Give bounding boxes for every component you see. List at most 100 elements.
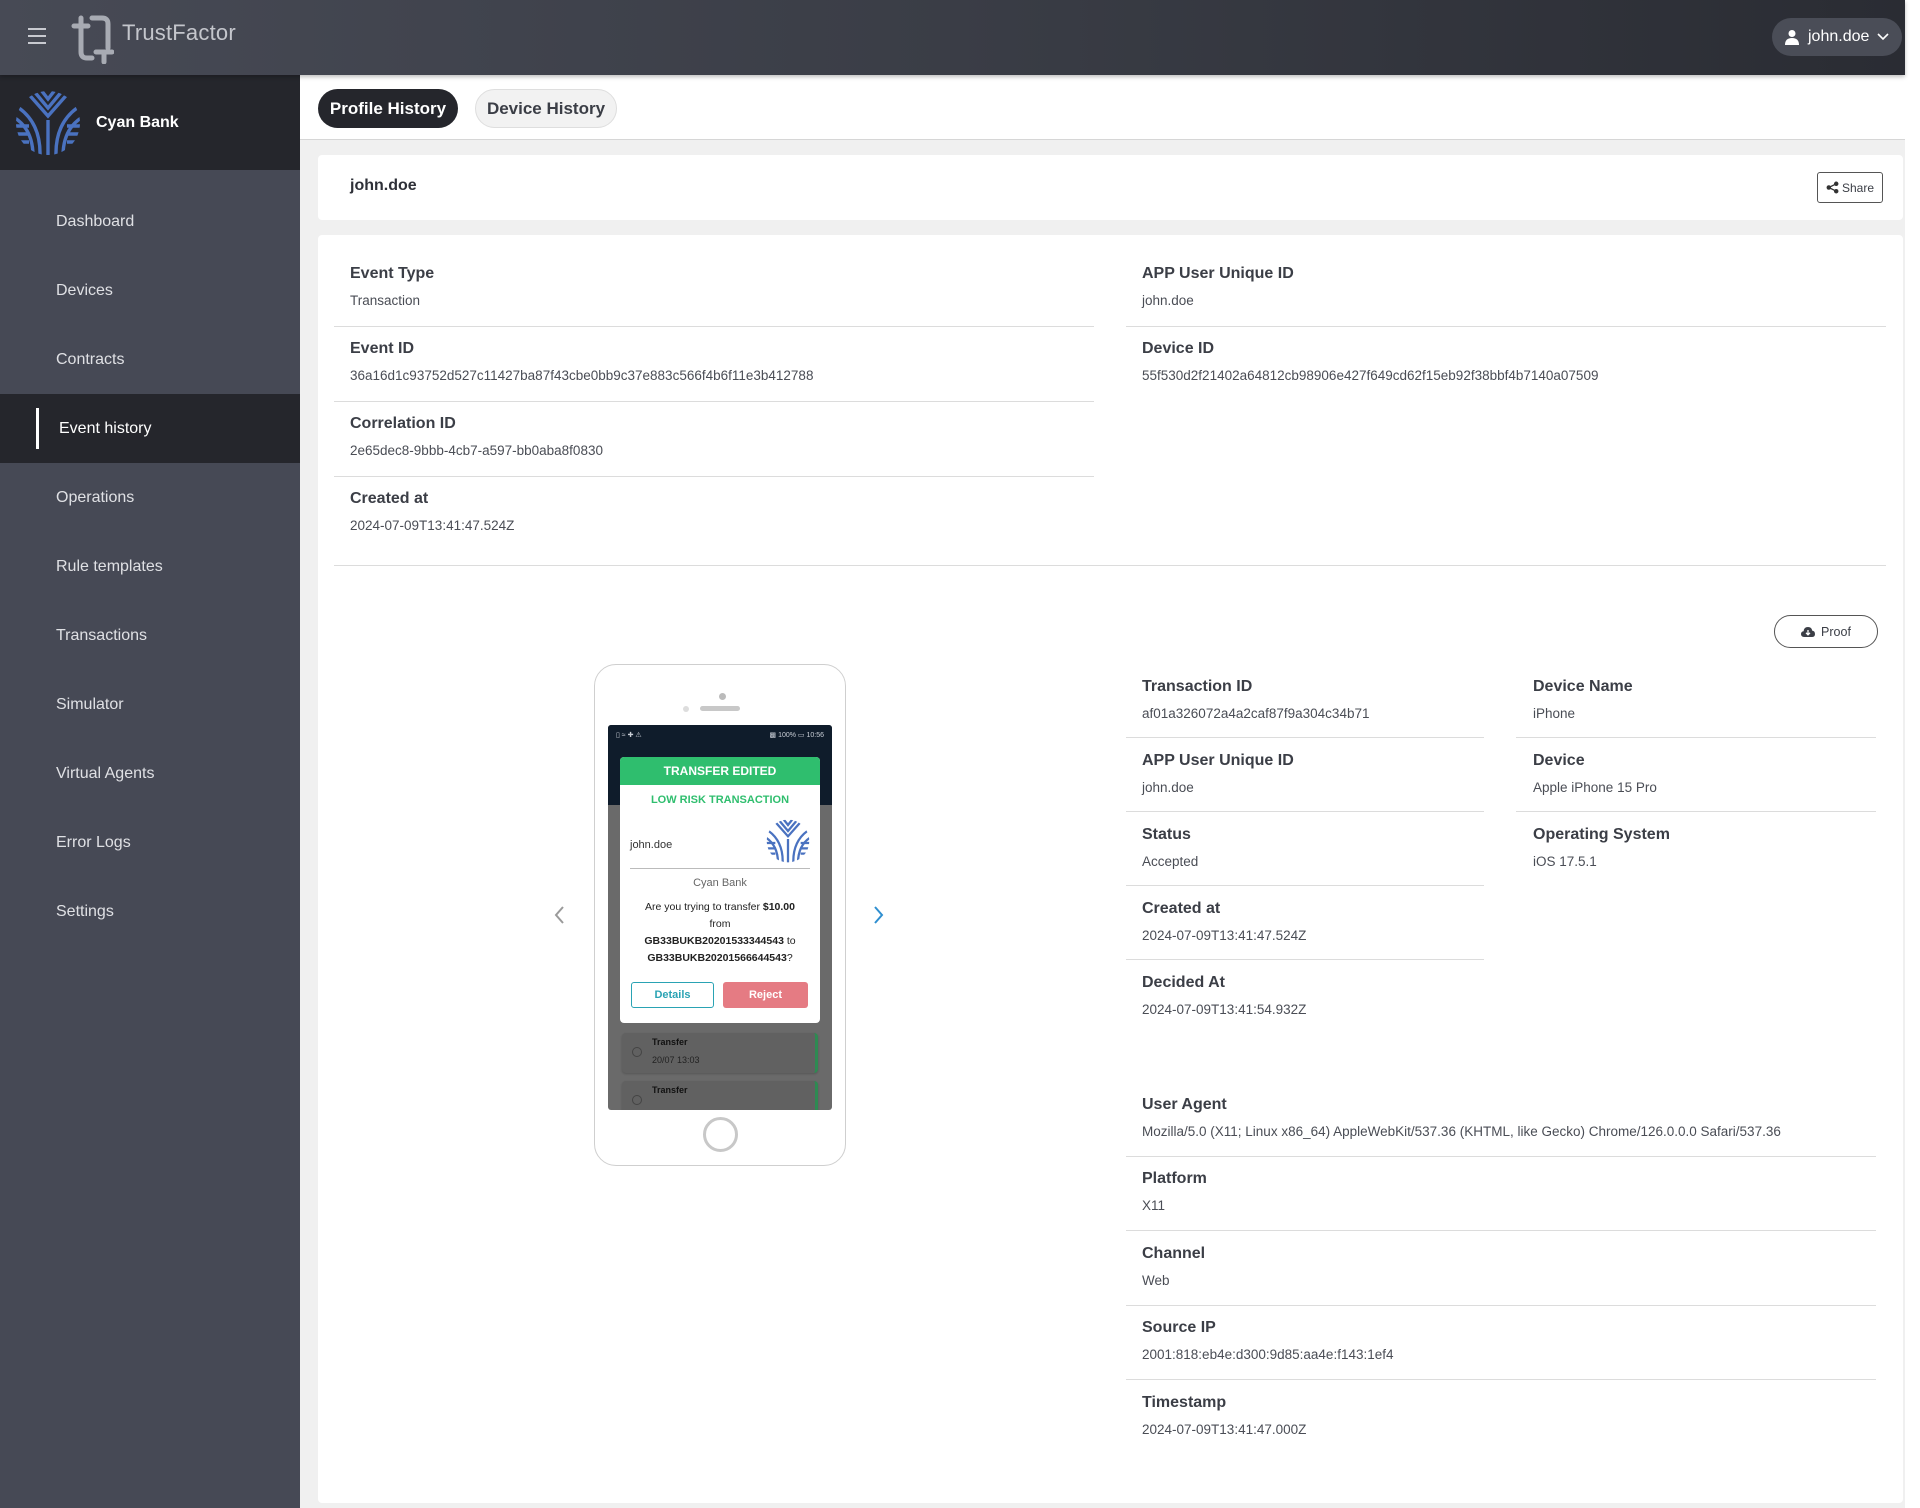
field-value: john.doe bbox=[1142, 780, 1194, 795]
divider bbox=[334, 476, 1094, 477]
msg-from-account: GB33BUKB20201533344543 bbox=[644, 935, 784, 947]
divider bbox=[1126, 1379, 1876, 1380]
section-divider bbox=[334, 565, 1886, 566]
field-label: Decided At bbox=[1142, 974, 1225, 991]
field-device-name: Device Name iPhone bbox=[1533, 678, 1633, 721]
phone-list-item: Transfer 20/07 13:03 bbox=[622, 1033, 818, 1073]
field-device: Device Apple iPhone 15 Pro bbox=[1533, 752, 1657, 795]
sidebar-item-label: Operations bbox=[56, 488, 135, 506]
field-value: Accepted bbox=[1142, 854, 1199, 869]
list-item-title: Transfer bbox=[652, 1037, 688, 1047]
sidebar-item-label: Error Logs bbox=[56, 833, 131, 851]
tabs-bar: Profile History Device History bbox=[300, 75, 1905, 140]
carousel-prev-arrow-icon[interactable] bbox=[550, 904, 570, 926]
field-event-id: Event ID 36a16d1c93752d527c11427ba87f43c… bbox=[350, 340, 813, 383]
proof-label: Proof bbox=[1821, 624, 1851, 639]
tab-device-history[interactable]: Device History bbox=[475, 89, 617, 128]
proof-download-button[interactable]: Proof bbox=[1774, 615, 1878, 648]
brand-name: Cyan Bank bbox=[96, 113, 179, 131]
brand-header: Cyan Bank bbox=[0, 75, 300, 170]
reject-button[interactable]: Reject bbox=[723, 982, 808, 1008]
content-area: john.doe Share Event Type Transaction Ev… bbox=[300, 140, 1905, 1508]
clock-icon bbox=[632, 1095, 642, 1105]
field-channel: Channel Web bbox=[1142, 1245, 1205, 1288]
field-label: APP User Unique ID bbox=[1142, 265, 1294, 282]
top-bar: TrustFactor john.doe bbox=[0, 0, 1905, 75]
sidebar-item-contracts[interactable]: Contracts bbox=[0, 325, 300, 394]
field-label: Created at bbox=[350, 490, 429, 507]
field-decided-at: Decided At 2024-07-09T13:41:54.932Z bbox=[1142, 974, 1306, 1017]
field-value: X11 bbox=[1142, 1198, 1166, 1213]
user-card: john.doe Share bbox=[318, 155, 1903, 220]
share-icon bbox=[1826, 181, 1839, 194]
sidebar-item-event-history[interactable]: Event history bbox=[0, 394, 300, 463]
modal-bank-name: Cyan Bank bbox=[693, 877, 747, 889]
status-icons-left: ▯ ≈ ✚ ⚠ bbox=[616, 732, 642, 739]
sidebar-item-simulator[interactable]: Simulator bbox=[0, 670, 300, 739]
field-operating-system: Operating System iOS 17.5.1 bbox=[1533, 826, 1670, 869]
divider bbox=[1126, 1230, 1876, 1231]
user-menu-button[interactable]: john.doe bbox=[1772, 18, 1902, 56]
user-icon bbox=[1785, 30, 1799, 45]
event-details-card: Event Type Transaction Event ID 36a16d1c… bbox=[318, 235, 1903, 1503]
transaction-confirmation-modal: TRANSFER EDITED LOW RISK TRANSACTION joh… bbox=[620, 757, 820, 1023]
sidebar-item-label: Transactions bbox=[56, 626, 147, 644]
field-value: 2e65dec8-9bbb-4cb7-a597-bb0aba8f0830 bbox=[350, 443, 603, 458]
phone-camera bbox=[683, 706, 689, 712]
sidebar-item-error-logs[interactable]: Error Logs bbox=[0, 808, 300, 877]
divider bbox=[1126, 959, 1484, 960]
field-label: Channel bbox=[1142, 1245, 1206, 1262]
field-status: Status Accepted bbox=[1142, 826, 1198, 869]
field-value: 2001:818:eb4e:d300:9d85:aa4e:f143:1ef4 bbox=[1142, 1347, 1394, 1362]
clock-icon bbox=[632, 1047, 642, 1057]
carousel-next-arrow-icon[interactable] bbox=[868, 904, 888, 926]
tab-profile-history[interactable]: Profile History bbox=[318, 89, 458, 128]
sidebar-item-dashboard[interactable]: Dashboard bbox=[0, 187, 300, 256]
field-value: Apple iPhone 15 Pro bbox=[1533, 780, 1657, 795]
field-value: iOS 17.5.1 bbox=[1533, 854, 1597, 869]
field-event-type: Event Type Transaction bbox=[350, 265, 434, 308]
cyan-bank-logo-icon bbox=[766, 819, 810, 863]
divider bbox=[1126, 737, 1484, 738]
field-label: Status bbox=[1142, 826, 1191, 843]
field-timestamp: Timestamp 2024-07-09T13:41:47.000Z bbox=[1142, 1394, 1306, 1437]
phone-sensor bbox=[719, 693, 726, 700]
field-label: Device bbox=[1533, 752, 1585, 769]
share-button[interactable]: Share bbox=[1817, 172, 1883, 203]
divider bbox=[1126, 1305, 1876, 1306]
field-created-at: Created at 2024-07-09T13:41:47.524Z bbox=[350, 490, 514, 533]
sidebar-item-virtual-agents[interactable]: Virtual Agents bbox=[0, 739, 300, 808]
trustfactor-logo-icon bbox=[71, 15, 114, 64]
field-label: Platform bbox=[1142, 1170, 1207, 1187]
field-value: Transaction bbox=[350, 293, 421, 308]
chevron-down-icon bbox=[1877, 33, 1889, 41]
phone-preview: ▯ ≈ ✚ ⚠ ▩ 100% ▭ 10:56 TRANSFER EDITED L… bbox=[594, 664, 846, 1166]
field-label: APP User Unique ID bbox=[1142, 752, 1294, 769]
msg-amount: $10.00 bbox=[762, 901, 795, 913]
divider bbox=[1126, 885, 1484, 886]
cloud-download-icon bbox=[1801, 626, 1816, 637]
field-value: iPhone bbox=[1533, 706, 1576, 721]
details-button[interactable]: Details bbox=[631, 982, 714, 1008]
field-app-user-id: APP User Unique ID john.doe bbox=[1142, 265, 1294, 308]
field-label: Timestamp bbox=[1142, 1394, 1227, 1411]
phone-status-bar: ▯ ≈ ✚ ⚠ ▩ 100% ▭ 10:56 bbox=[608, 725, 832, 745]
sidebar: Cyan Bank Dashboard Devices Contracts Ev… bbox=[0, 75, 300, 1508]
sidebar-item-operations[interactable]: Operations bbox=[0, 463, 300, 532]
sidebar-item-rule-templates[interactable]: Rule templates bbox=[0, 532, 300, 601]
phone-list-item: Transfer bbox=[622, 1081, 818, 1110]
msg-from: from bbox=[709, 918, 731, 930]
phone-speaker bbox=[700, 706, 740, 711]
risk-label: LOW RISK TRANSACTION bbox=[650, 794, 790, 806]
divider bbox=[1516, 811, 1876, 812]
sidebar-item-transactions[interactable]: Transactions bbox=[0, 601, 300, 670]
field-label: User Agent bbox=[1142, 1096, 1227, 1113]
sidebar-item-label: Dashboard bbox=[56, 212, 135, 230]
sidebar-item-label: Simulator bbox=[56, 695, 124, 713]
sidebar-item-settings[interactable]: Settings bbox=[0, 877, 300, 946]
field-value: 2024-07-09T13:41:47.524Z bbox=[350, 518, 515, 533]
modal-username: john.doe bbox=[630, 839, 673, 851]
list-item-title: Transfer bbox=[652, 1085, 688, 1095]
hamburger-menu-icon[interactable] bbox=[28, 28, 46, 44]
sidebar-item-devices[interactable]: Devices bbox=[0, 256, 300, 325]
